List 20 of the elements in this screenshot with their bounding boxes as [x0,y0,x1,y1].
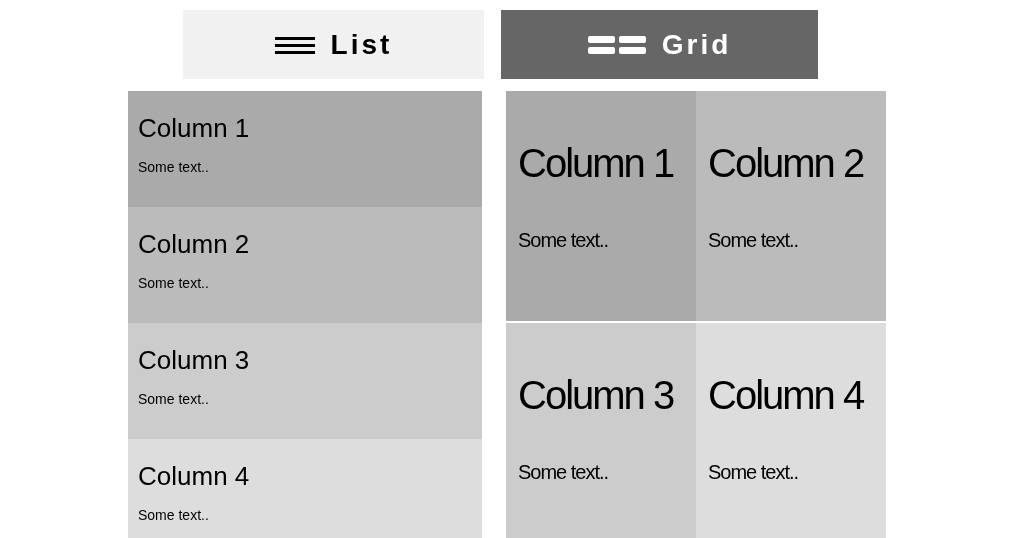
column-text: Some text.. [518,228,610,253]
column-text: Some text.. [518,460,610,485]
grid-icon [587,35,646,54]
list-view-button[interactable]: List [183,10,484,79]
column-text: Some text.. [138,390,210,409]
column-title: Column 4 [708,372,865,419]
grid-view-button[interactable]: Grid [501,10,818,79]
column-title: Column 2 [708,140,865,187]
column-text: Some text.. [138,506,210,525]
column-title: Column 1 [518,140,675,187]
column-title: Column 1 [138,113,251,143]
column-text: Some text.. [708,228,800,253]
column-text: Some text.. [708,460,800,485]
column-text: Some text.. [138,274,210,293]
column-title: Column 2 [138,229,251,259]
column-title: Column 3 [138,345,251,375]
column-title: Column 4 [138,461,251,491]
column-title: Column 3 [518,372,675,419]
column-text: Some text.. [138,158,210,177]
menu-icon [274,35,315,54]
